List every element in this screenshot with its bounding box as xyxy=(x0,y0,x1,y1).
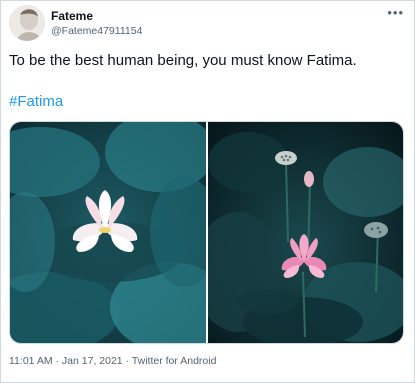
avatar[interactable] xyxy=(9,5,45,41)
avatar-image xyxy=(9,5,45,41)
hashtag-link[interactable]: #Fatima xyxy=(9,93,63,110)
tweet-card[interactable]: Fateme @Fateme47911154 ••• To be the bes… xyxy=(0,0,415,383)
lotus-photo-left[interactable] xyxy=(10,122,206,343)
lotus-photo-right[interactable] xyxy=(208,122,403,343)
meta-separator: · xyxy=(122,355,132,367)
more-dots-icon[interactable]: ••• xyxy=(387,5,404,20)
user-handle[interactable]: @Fateme47911154 xyxy=(51,25,142,37)
tweet-text: To be the best human being, you must kno… xyxy=(9,52,357,69)
timestamp[interactable]: 11:01 AM · Jan 17, 2021 xyxy=(9,355,123,367)
media-grid xyxy=(9,121,404,344)
display-name[interactable]: Fateme xyxy=(51,9,93,23)
tweet-meta: 11:01 AM · Jan 17, 2021 · Twitter for An… xyxy=(9,355,216,367)
source-link[interactable]: Twitter for Android xyxy=(132,355,217,367)
